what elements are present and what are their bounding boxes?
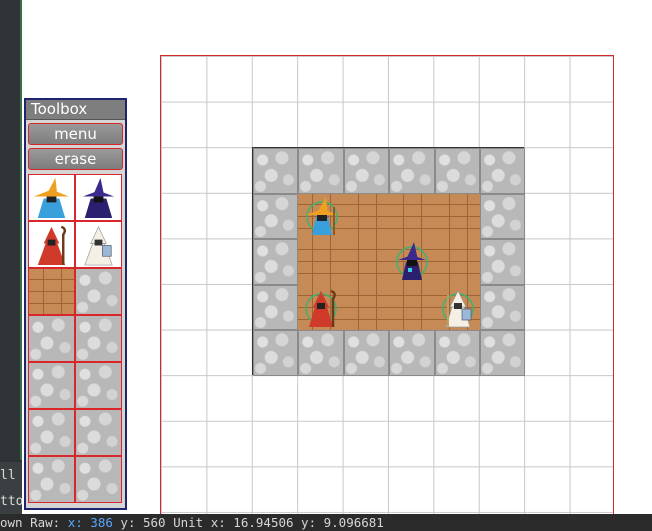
status-prefix: own Raw:: [0, 515, 68, 530]
wall-tile[interactable]: [253, 284, 299, 331]
panel-divider: [20, 0, 22, 460]
wizard-white-icon: [84, 226, 113, 266]
wall-tile[interactable]: [480, 239, 526, 285]
wall-tile[interactable]: [480, 148, 526, 194]
menu-button[interactable]: menu: [28, 123, 123, 145]
floor-tile[interactable]: [434, 193, 480, 240]
palette-wall-stone[interactable]: [75, 456, 122, 503]
wizard-purple-icon: [82, 177, 115, 219]
floor-tile[interactable]: [389, 284, 435, 331]
wall-tile[interactable]: [253, 239, 299, 285]
wall-tile[interactable]: [253, 148, 299, 194]
floor-tile[interactable]: [298, 239, 344, 285]
panel-text-fragment: tto: [0, 488, 22, 516]
floor-tile[interactable]: [434, 239, 480, 285]
palette-wizard-red[interactable]: [28, 221, 75, 268]
floor-tile[interactable]: [343, 239, 390, 285]
floor-tile[interactable]: [389, 193, 435, 240]
panel-text-fragment: ll: [0, 462, 22, 490]
wall-tile[interactable]: [480, 193, 526, 240]
wizard-red-icon[interactable]: [299, 285, 343, 331]
palette-wizard-purple[interactable]: [75, 174, 122, 221]
wall-tile[interactable]: [298, 148, 344, 194]
palette-wizard-white[interactable]: [75, 221, 122, 268]
wall-tile[interactable]: [389, 148, 435, 194]
wizard-purple-icon[interactable]: [390, 238, 434, 284]
raw-y-label: y: [112, 515, 128, 530]
erase-button[interactable]: erase: [28, 148, 123, 170]
wall-tile[interactable]: [253, 193, 299, 240]
palette-wall-stone[interactable]: [75, 315, 122, 362]
wall-tile[interactable]: [343, 330, 390, 376]
coordinate-readout: : 560 Unit x: 16.94506 y: 9.096681: [127, 515, 384, 530]
wall-tile[interactable]: [480, 284, 526, 331]
wizard-red-icon: [37, 225, 67, 266]
wall-tile[interactable]: [389, 330, 435, 376]
palette-wall-stone[interactable]: [28, 456, 75, 503]
wizard-orange-icon[interactable]: [300, 193, 344, 239]
palette-wall-stone[interactable]: [28, 409, 75, 456]
palette-wall-stone[interactable]: [75, 409, 122, 456]
wall-tile[interactable]: [253, 330, 299, 376]
wall-tile[interactable]: [434, 330, 480, 376]
toolbox-panel: Toolbox menu erase: [24, 98, 127, 510]
palette-wall-stone[interactable]: [28, 315, 75, 362]
wall-tile[interactable]: [298, 330, 344, 376]
room-map[interactable]: [252, 147, 526, 376]
palette-wall-stone[interactable]: [75, 362, 122, 409]
wall-tile[interactable]: [343, 148, 390, 194]
status-bar: own Raw: x: 386 y: 560 Unit x: 16.94506 …: [0, 514, 652, 531]
map-grid-canvas[interactable]: [160, 55, 614, 515]
floor-tile[interactable]: [343, 193, 390, 240]
palette-floor-wood[interactable]: [28, 268, 75, 315]
wall-tile[interactable]: [480, 330, 526, 376]
palette-wall-stone[interactable]: [75, 268, 122, 315]
palette-wall-stone[interactable]: [28, 362, 75, 409]
raw-x-readout: x: 386: [67, 515, 113, 530]
toolbox-title[interactable]: Toolbox: [26, 100, 125, 120]
wizard-orange-icon: [33, 177, 70, 219]
wall-tile[interactable]: [434, 148, 480, 194]
palette-wizard-orange[interactable]: [28, 174, 75, 221]
floor-tile[interactable]: [343, 284, 390, 331]
side-panel: ll tto: [0, 0, 22, 531]
wizard-white-icon[interactable]: [436, 285, 480, 331]
